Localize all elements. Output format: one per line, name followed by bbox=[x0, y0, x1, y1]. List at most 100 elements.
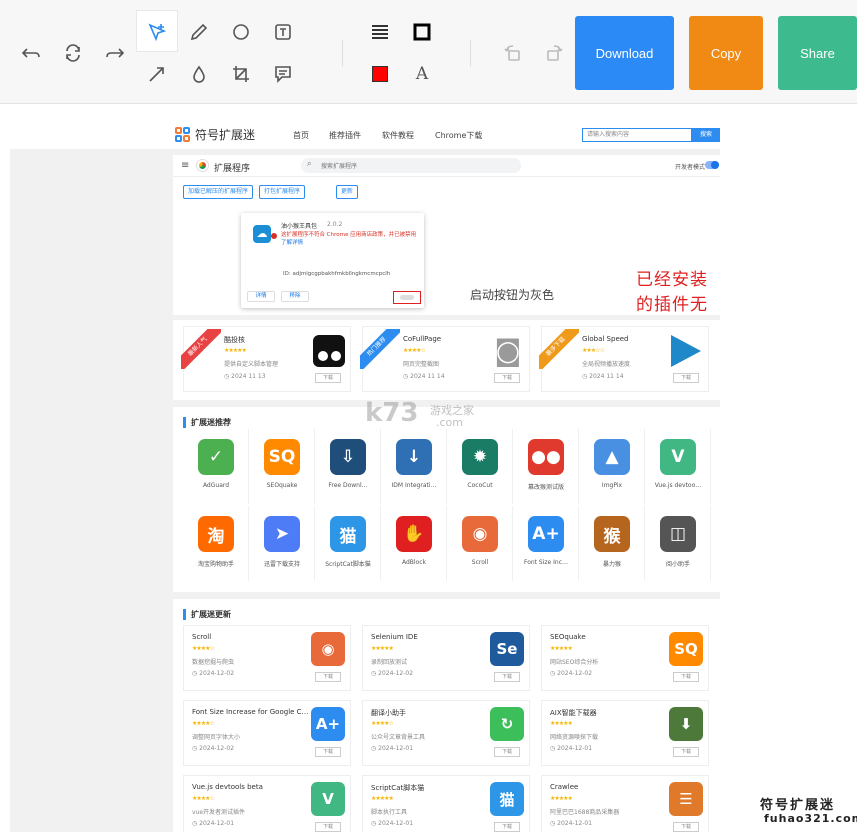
rotate-left-icon[interactable] bbox=[500, 40, 526, 66]
rotate-right-icon[interactable] bbox=[541, 40, 567, 66]
details-button[interactable]: 详情 bbox=[247, 291, 275, 302]
site-logo[interactable]: 符号扩展迷 bbox=[175, 126, 255, 143]
app-icon: ◉ bbox=[462, 516, 498, 552]
nav-chrome-download[interactable]: Chrome下载 bbox=[435, 130, 482, 141]
featured-card[interactable]: 最多下载 Global Speed ★★★☆☆ 全局视频播放速度 ◷ 2024 … bbox=[539, 326, 709, 392]
recommend-item[interactable]: ◉ Scroll bbox=[447, 506, 513, 581]
update-card[interactable]: ScriptCat脚本猫 脚本执行工具 ★★★★★ ◷ 2024-12-01 猫下载 bbox=[362, 775, 530, 832]
recommend-item[interactable]: ✋ AdBlock bbox=[381, 506, 447, 581]
recommend-section: 扩展迷推荐 ✓ AdGuard SQ SEOquake ⇩ Free Downl… ↓ IDM… bbox=[173, 407, 720, 592]
arrow-icon[interactable] bbox=[144, 61, 170, 87]
download-button[interactable]: 下载 bbox=[315, 373, 341, 383]
k73-watermark-domain: .com bbox=[436, 416, 463, 429]
recommend-item[interactable]: ↓ IDM Integrati… bbox=[381, 429, 447, 504]
load-unpacked-button[interactable]: 加载已解压的扩展程序 bbox=[183, 185, 254, 199]
recommend-item[interactable]: 猫 ScriptCat脚本猫 bbox=[315, 506, 381, 581]
select-icon[interactable] bbox=[144, 19, 170, 45]
extensions-search[interactable]: ⌕ 搜索扩展程序 bbox=[301, 158, 521, 173]
app-icon: V bbox=[660, 439, 696, 475]
update-card[interactable]: Selenium IDE 录制回放测试 ★★★★★ ◷ 2024-12-02 Se 下载 bbox=[362, 625, 530, 691]
app-icon: ⇩ bbox=[330, 439, 366, 475]
image-canvas[interactable]: 符号扩展迷 首页 推荐插件 软件教程 Chrome下载 请输入搜索内容 搜索 ≡… bbox=[10, 122, 720, 832]
download-button[interactable]: 下载 bbox=[494, 747, 520, 757]
recommend-item[interactable]: ⇩ Free Downl… bbox=[315, 429, 381, 504]
update-desc: 阿里巴巴1688商品采集器 bbox=[550, 809, 620, 816]
chrome-icon bbox=[197, 160, 208, 171]
recommend-item[interactable]: ◫ 阅小助手 bbox=[645, 506, 711, 581]
download-button[interactable]: 下载 bbox=[315, 672, 341, 682]
drop-icon[interactable] bbox=[186, 61, 212, 87]
recommend-item[interactable]: ●● 篡改猴测试版 bbox=[513, 429, 579, 504]
download-button[interactable]: 下载 bbox=[494, 822, 520, 832]
update-name: Scroll bbox=[192, 633, 212, 641]
featured-date-text: 2024 11 14 bbox=[410, 373, 445, 380]
dev-mode-toggle[interactable] bbox=[705, 161, 719, 169]
recommend-item[interactable]: 淘淘宝购物助手 bbox=[183, 506, 249, 581]
rating-stars: ★★★★☆ bbox=[192, 720, 215, 727]
ribbon-badge: 最新人气 bbox=[181, 329, 221, 369]
download-button[interactable]: 下载 bbox=[494, 373, 520, 383]
update-card[interactable]: Crawlee 阿里巴巴1688商品采集器 ★★★★★ ◷ 2024-12-01 ☰ 下载 bbox=[541, 775, 709, 832]
border-box-icon[interactable] bbox=[409, 19, 435, 45]
update-date-text: 2024-12-02 bbox=[199, 745, 235, 752]
update-card[interactable]: SEOquake 网站SEO综合分析 ★★★★★ ◷ 2024-12-02 SQ 下载 bbox=[541, 625, 709, 691]
recommend-item[interactable]: A+ Font Size Inc… bbox=[513, 506, 579, 581]
site-search-input[interactable]: 请输入搜索内容 bbox=[582, 128, 692, 142]
nav-recommend[interactable]: 推荐插件 bbox=[329, 130, 361, 141]
recommend-item[interactable]: ✹ CocoCut bbox=[447, 429, 513, 504]
download-button[interactable]: 下载 bbox=[673, 672, 699, 682]
update-card[interactable]: Scroll 数据挖掘与爬虫 ★★★★☆ ◷ 2024-12-02 ◉ 下载 bbox=[183, 625, 351, 691]
share-button[interactable]: Share bbox=[778, 16, 857, 90]
update-card[interactable]: AIX智能下载器 网络资源嗅探下载 ★★★★★ ◷ 2024-12-01 ⬇ 下载 bbox=[541, 700, 709, 766]
crop-icon[interactable] bbox=[228, 61, 254, 87]
recommend-item[interactable]: 猴暴力猴 bbox=[579, 506, 645, 581]
update-card[interactable]: 翻译小助手 公众号文章背景工具 ★★★★☆ ◷ 2024-12-01 ↻ 下载 bbox=[362, 700, 530, 766]
update-button[interactable]: 更新 bbox=[336, 185, 359, 199]
undo-icon[interactable] bbox=[18, 40, 44, 66]
circle-icon[interactable] bbox=[228, 19, 254, 45]
copy-button[interactable]: Copy bbox=[689, 16, 763, 90]
update-name: Vue.js devtools beta bbox=[192, 783, 263, 791]
download-button[interactable]: 下载 bbox=[315, 822, 341, 832]
redo-cycle-icon[interactable] bbox=[60, 40, 86, 66]
update-desc: 网站SEO综合分析 bbox=[550, 659, 599, 666]
update-desc: 调整网页字体大小 bbox=[192, 734, 241, 741]
download-button[interactable]: 下载 bbox=[673, 373, 699, 383]
download-button[interactable]: 下载 bbox=[673, 747, 699, 757]
font-size-glyph: A bbox=[415, 64, 429, 84]
rating-stars: ★★★★☆ bbox=[403, 347, 426, 354]
recommend-item[interactable]: SQ SEOquake bbox=[249, 429, 315, 504]
nav-tutorials[interactable]: 软件教程 bbox=[382, 130, 414, 141]
pencil-icon[interactable] bbox=[186, 19, 212, 45]
recommend-item[interactable]: ➤ 迅雷下载支持 bbox=[249, 506, 315, 581]
site-search-button[interactable]: 搜索 bbox=[692, 128, 720, 142]
learn-more-link[interactable]: 了解详情 bbox=[281, 240, 303, 246]
text-box-icon[interactable] bbox=[270, 19, 296, 45]
featured-card[interactable]: 最新人气 酷投核 ★★★★★ 提供自定义脚本管理 ◷ 2024 11 13 下载 bbox=[181, 326, 351, 392]
download-button[interactable]: 下载 bbox=[494, 672, 520, 682]
color-swatch-icon[interactable] bbox=[367, 61, 393, 87]
updates-title: 扩展迷更新 bbox=[183, 609, 231, 620]
menu-icon[interactable]: ≡ bbox=[181, 160, 189, 171]
comment-icon[interactable] bbox=[270, 61, 296, 87]
download-button[interactable]: 下载 bbox=[673, 822, 699, 832]
nav-home[interactable]: 首页 bbox=[293, 130, 309, 141]
enable-toggle-disabled[interactable] bbox=[400, 295, 414, 300]
featured-card[interactable]: 热门推荐 CoFullPage ★★★★☆ 网页完整截图 ◷ 2024 11 1… bbox=[360, 326, 530, 392]
recommend-item[interactable]: ▲ ImgPix bbox=[579, 429, 645, 504]
update-date: ◷ 2024-12-02 bbox=[550, 670, 593, 677]
font-size-icon[interactable]: A bbox=[409, 61, 435, 87]
extensions-page: ≡ 扩展程序 ⌕ 搜索扩展程序 开发者模式 加载已解压的扩展程序 打包扩展程序 … bbox=[173, 155, 720, 340]
recommend-item[interactable]: V Vue.js devtoo… bbox=[645, 429, 711, 504]
redo-icon[interactable] bbox=[102, 40, 128, 66]
update-card[interactable]: Vue.js devtools beta vue开发者测试插件 ★★★★☆ ◷ 202… bbox=[183, 775, 351, 832]
pack-extension-button[interactable]: 打包扩展程序 bbox=[259, 185, 306, 199]
download-button[interactable]: Download bbox=[575, 16, 674, 90]
update-date: ◷ 2024-12-02 bbox=[192, 670, 235, 677]
site-watermark-domain: fuhao321.com bbox=[764, 812, 857, 825]
recommend-item[interactable]: ✓ AdGuard bbox=[183, 429, 249, 504]
download-button[interactable]: 下载 bbox=[315, 747, 341, 757]
update-card[interactable]: Font Size Increase for Google C… 调整网页字体大小… bbox=[183, 700, 351, 766]
line-weight-icon[interactable] bbox=[367, 19, 393, 45]
remove-button[interactable]: 移除 bbox=[281, 291, 309, 302]
